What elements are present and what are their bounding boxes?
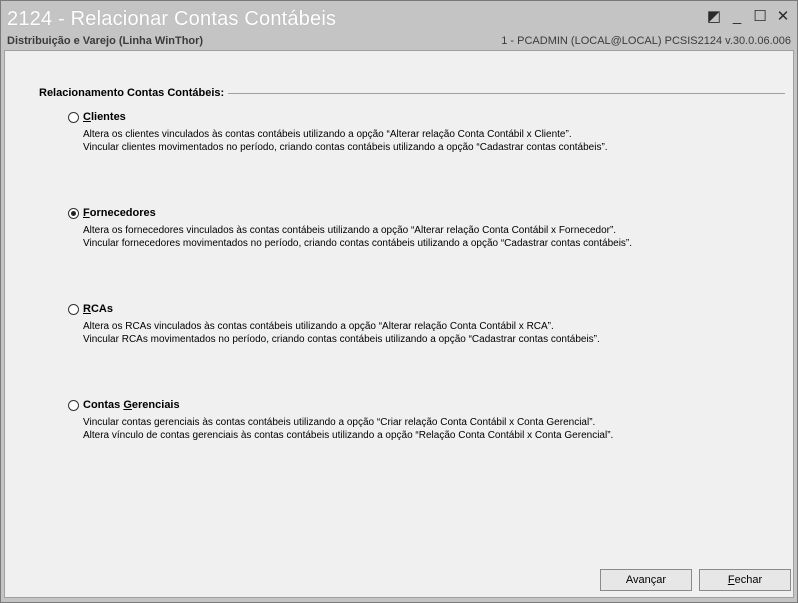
group-title: Relacionamento Contas Contábeis: <box>39 87 229 99</box>
restore-icon[interactable]: ◩ <box>705 7 723 25</box>
option-description: Altera os clientes vinculados às contas … <box>83 128 608 154</box>
radio-button-contas-gerenciais[interactable] <box>68 399 79 411</box>
description-line: Altera vínculo de contas gerenciais às c… <box>83 430 614 441</box>
description-line: Vincular clientes movimentados no períod… <box>83 142 608 153</box>
radio-label-fornecedores[interactable]: Fornecedores <box>83 207 156 219</box>
session-status: 1 - PCADMIN (LOCAL@LOCAL) PCSIS2124 v.30… <box>501 35 791 47</box>
radio-fornecedores[interactable]: Fornecedores <box>68 205 632 221</box>
radio-button-rcas[interactable] <box>68 303 79 315</box>
radio-clientes[interactable]: Clientes <box>68 109 608 125</box>
next-button[interactable]: Avançar <box>600 569 692 591</box>
option-description: Altera os fornecedores vinculados às con… <box>83 224 632 250</box>
radio-label-rcas[interactable]: RCAs <box>83 303 113 315</box>
description-line: Altera os fornecedores vinculados às con… <box>83 225 617 236</box>
radio-contas-gerenciais[interactable]: Contas Gerenciais <box>68 397 613 413</box>
option-clientes: Clientes Altera os clientes vinculados à… <box>68 109 608 154</box>
close-button[interactable]: Fechar <box>699 569 791 591</box>
minimize-icon[interactable]: _ <box>728 7 746 25</box>
option-contas-gerenciais: Contas Gerenciais Vincular contas gerenc… <box>68 397 613 442</box>
radio-button-clientes[interactable] <box>68 111 79 123</box>
radio-label-clientes[interactable]: Clientes <box>83 111 126 123</box>
option-fornecedores: Fornecedores Altera os fornecedores vinc… <box>68 205 632 250</box>
main-panel: Relacionamento Contas Contábeis: Cliente… <box>4 50 794 598</box>
title-bar[interactable]: 2124 - Relacionar Contas Contábeis Distr… <box>1 1 797 49</box>
window-subtitle: Distribuição e Varejo (Linha WinThor) <box>7 35 204 47</box>
description-line: Altera os RCAs vinculados às contas cont… <box>83 321 554 332</box>
maximize-icon[interactable]: ☐ <box>751 7 769 25</box>
close-icon[interactable]: ✕ <box>774 7 792 25</box>
radio-rcas[interactable]: RCAs <box>68 301 600 317</box>
radio-label-contas-gerenciais[interactable]: Contas Gerenciais <box>83 399 180 411</box>
option-description: Vincular contas gerenciais às contas con… <box>83 416 613 442</box>
radio-button-fornecedores[interactable] <box>68 207 79 219</box>
description-line: Vincular fornecedores movimentados no pe… <box>83 238 633 249</box>
option-rcas: RCAs Altera os RCAs vinculados às contas… <box>68 301 600 346</box>
description-line: Altera os clientes vinculados às contas … <box>83 129 572 140</box>
option-description: Altera os RCAs vinculados às contas cont… <box>83 320 600 346</box>
app-window: 2124 - Relacionar Contas Contábeis Distr… <box>0 0 798 603</box>
window-title: 2124 - Relacionar Contas Contábeis <box>7 8 337 30</box>
description-line: Vincular contas gerenciais às contas con… <box>83 417 596 428</box>
description-line: Vincular RCAs movimentados no período, c… <box>83 334 600 345</box>
